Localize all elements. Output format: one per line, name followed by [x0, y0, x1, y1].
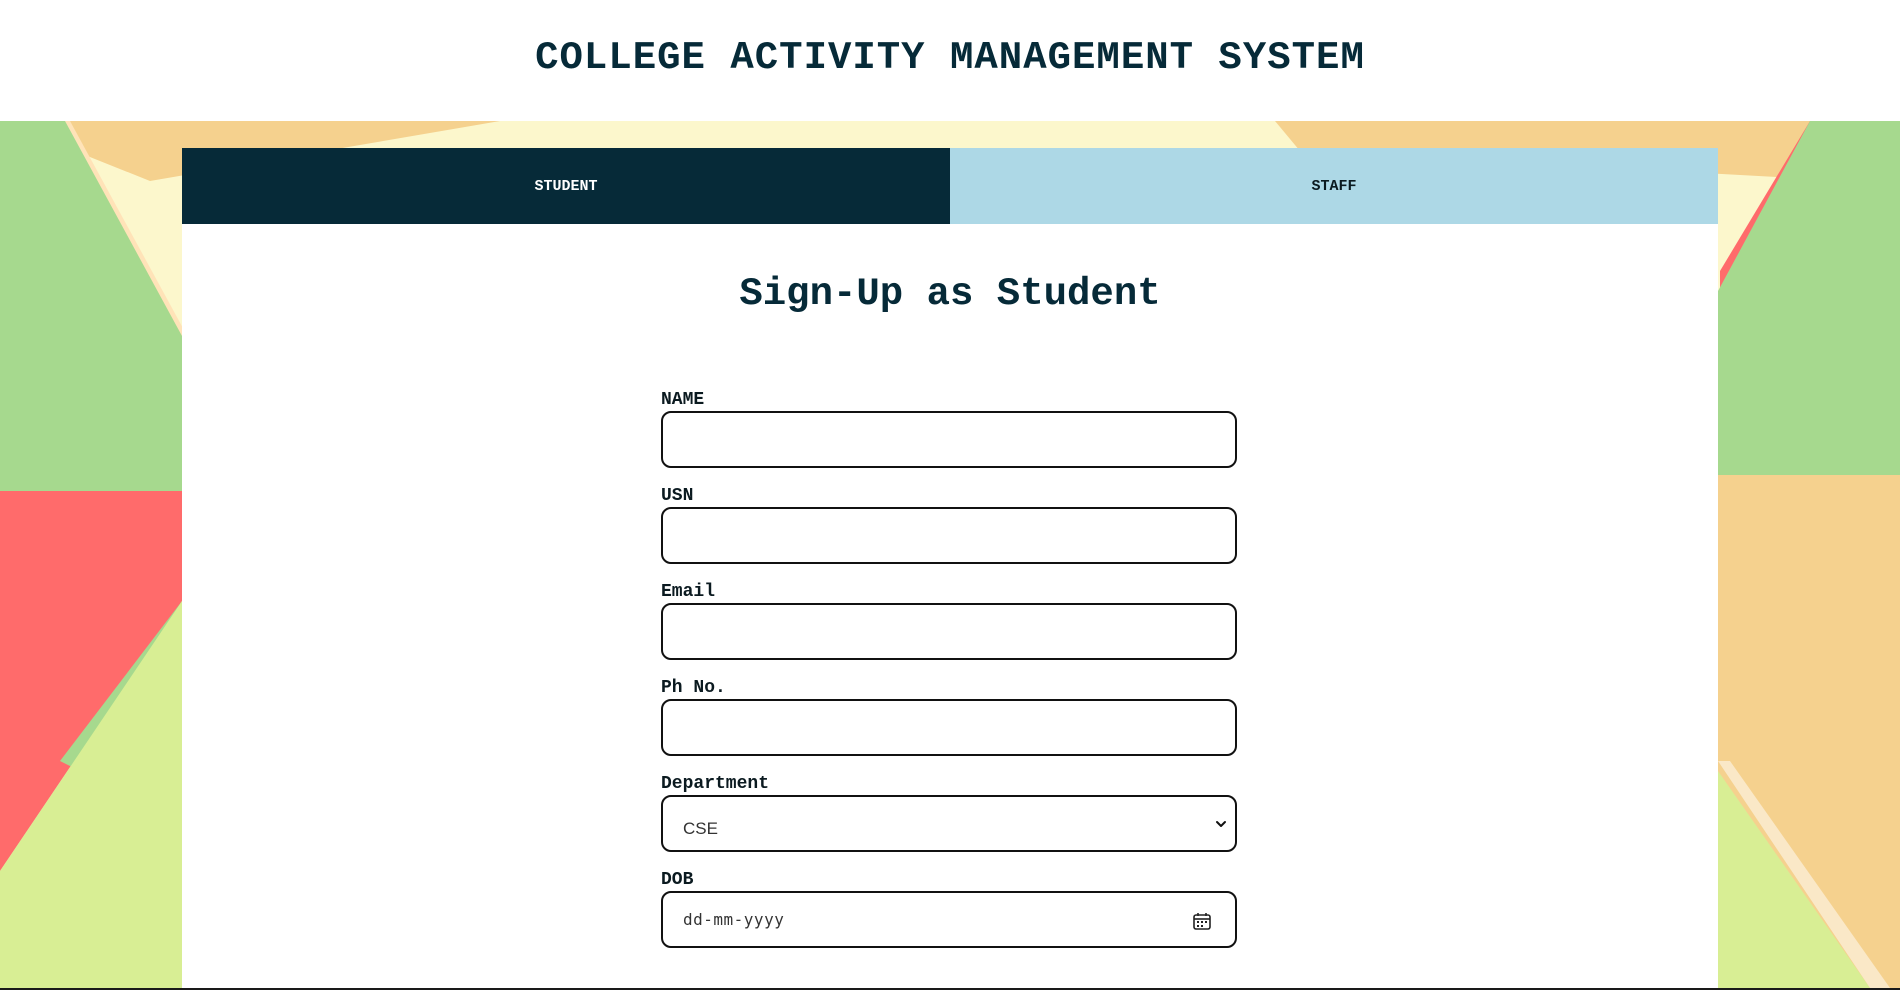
name-input[interactable]	[661, 411, 1237, 468]
signup-form: NAME USN Email Ph No. Department CSE DOB…	[661, 390, 1241, 966]
role-tabs: STUDENT STAFF	[182, 148, 1718, 224]
name-field-group: NAME	[661, 390, 1241, 468]
tab-staff[interactable]: STAFF	[950, 148, 1718, 224]
page-header: COLLEGE ACTIVITY MANAGEMENT SYSTEM	[0, 0, 1900, 121]
dob-placeholder: dd-mm-yyyy	[683, 910, 785, 929]
calendar-icon[interactable]	[1191, 910, 1213, 932]
dob-input[interactable]: dd-mm-yyyy	[661, 891, 1237, 948]
app-title: COLLEGE ACTIVITY MANAGEMENT SYSTEM	[535, 35, 1365, 80]
usn-input[interactable]	[661, 507, 1237, 564]
dob-field-group: DOB dd-mm-yyyy	[661, 870, 1241, 948]
tab-student[interactable]: STUDENT	[182, 148, 950, 224]
department-field-group: Department CSE	[661, 774, 1241, 852]
department-selected-value: CSE	[683, 818, 718, 838]
phone-field-group: Ph No.	[661, 678, 1241, 756]
department-select[interactable]: CSE	[661, 795, 1237, 852]
form-title: Sign-Up as Student	[739, 272, 1161, 316]
phone-label: Ph No.	[661, 678, 726, 698]
email-label: Email	[661, 582, 716, 602]
email-field-group: Email	[661, 582, 1241, 660]
department-label: Department	[661, 774, 770, 794]
name-label: NAME	[661, 390, 705, 410]
chevron-down-icon	[1216, 821, 1226, 827]
usn-label: USN	[661, 486, 694, 506]
dob-label: DOB	[661, 870, 694, 890]
email-input[interactable]	[661, 603, 1237, 660]
phone-input[interactable]	[661, 699, 1237, 756]
signup-card: STUDENT STAFF Sign-Up as Student NAME US…	[182, 148, 1718, 988]
usn-field-group: USN	[661, 486, 1241, 564]
